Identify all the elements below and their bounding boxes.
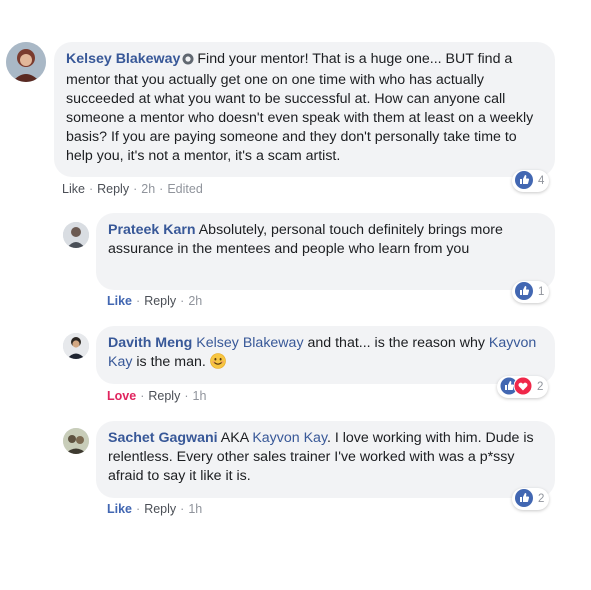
avatar-davith-meng[interactable] (63, 333, 89, 359)
avatar-sachet-gagwani[interactable] (63, 428, 89, 454)
love-link[interactable]: Love (107, 389, 136, 403)
smiling-face-icon (209, 353, 226, 369)
comment-author[interactable]: Sachet Gagwani (108, 430, 218, 446)
reaction-count: 1 (538, 286, 545, 298)
comment-text: and that... is the reason why (307, 335, 485, 351)
timestamp[interactable]: 2h (141, 182, 155, 196)
reply-link[interactable]: Reply (144, 294, 176, 308)
timestamp[interactable]: 2h (188, 294, 202, 308)
comment-actions: Like · Reply · 2h (107, 294, 203, 308)
comment-text: Find your mentor! That is a huge one... … (66, 51, 534, 164)
like-icon (515, 170, 533, 192)
comment-text: is the man. (136, 354, 206, 370)
comment-bubble: Kelsey Blakeway Find your mentor! That is… (54, 42, 555, 177)
comment-bubble: Prateek Karn Absolutely, personal touch … (96, 213, 555, 290)
comment-text: AKA (220, 430, 249, 446)
comment-bubble: Sachet Gagwani AKA Kayvon Kay. I love wo… (96, 421, 555, 498)
like-icon (515, 281, 533, 303)
reply-link[interactable]: Reply (148, 389, 180, 403)
comment-author[interactable]: Prateek Karn (108, 222, 196, 238)
comment-actions: Like · Reply · 2h · Edited (62, 182, 203, 196)
reaction-count: 2 (538, 493, 545, 505)
reaction-summary[interactable]: 4 (512, 170, 550, 192)
like-link[interactable]: Like (62, 182, 85, 196)
edited-label[interactable]: Edited (167, 182, 202, 196)
timestamp[interactable]: 1h (188, 502, 202, 516)
comment-actions: Love · Reply · 1h (107, 389, 207, 403)
avatar-kelsey-blakeway[interactable] (6, 42, 46, 82)
top-fan-badge-icon (182, 52, 194, 71)
reaction-count: 2 (537, 381, 544, 393)
comment-author[interactable]: Kelsey Blakeway (66, 51, 180, 67)
heart-icon (513, 376, 533, 398)
reaction-summary[interactable]: 1 (512, 281, 550, 303)
comment-author[interactable]: Davith Meng (108, 335, 192, 351)
reaction-summary[interactable]: 2 (512, 488, 550, 510)
like-link[interactable]: Like (107, 294, 132, 308)
comment-actions: Like · Reply · 1h (107, 502, 203, 516)
mention-link[interactable]: Kayvon Kay (252, 430, 327, 446)
reaction-count: 4 (538, 175, 545, 187)
timestamp[interactable]: 1h (193, 389, 207, 403)
reply-link[interactable]: Reply (97, 182, 129, 196)
comment-bubble: Davith Meng Kelsey Blakeway and that... … (96, 326, 555, 384)
mention-link[interactable]: Kelsey Blakeway (196, 335, 303, 351)
reply-link[interactable]: Reply (144, 502, 176, 516)
like-icon (515, 488, 533, 510)
avatar-prateek-karn[interactable] (63, 222, 89, 248)
like-link[interactable]: Like (107, 502, 132, 516)
reaction-summary[interactable]: 2 (497, 376, 549, 398)
